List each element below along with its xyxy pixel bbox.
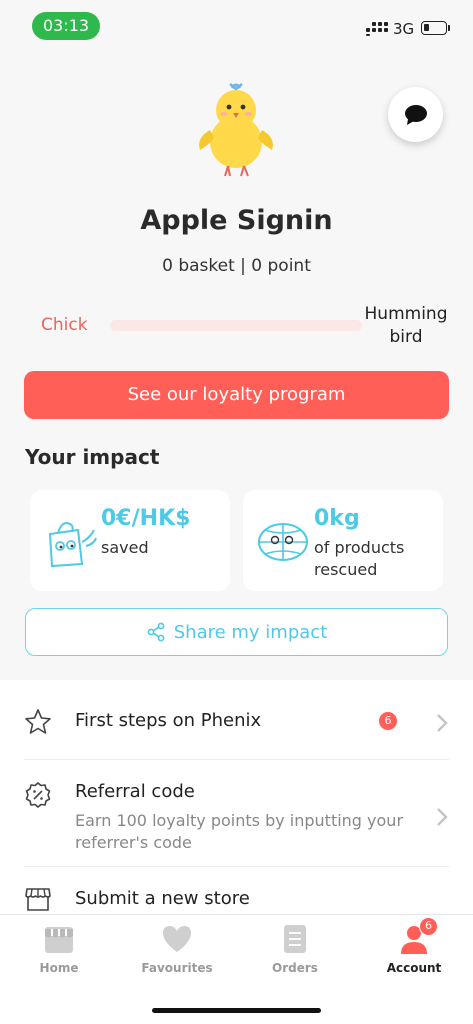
store-icon bbox=[25, 888, 51, 911]
current-level-label: Chick bbox=[41, 315, 88, 335]
globe-icon bbox=[258, 523, 308, 561]
tab-favourites-label: Favourites bbox=[141, 961, 213, 975]
money-saved-value: 0€/HK$ bbox=[101, 506, 191, 531]
money-saved-label: saved bbox=[101, 538, 149, 557]
products-rescued-label: of products rescued bbox=[314, 537, 404, 581]
tab-account-label: Account bbox=[386, 961, 442, 975]
chat-button[interactable] bbox=[388, 87, 443, 142]
receipt-icon bbox=[284, 925, 306, 953]
tab-account[interactable]: Account 6 bbox=[359, 917, 469, 975]
money-saved-card: 0€/HK$ saved bbox=[30, 490, 230, 591]
products-rescued-line2: rescued bbox=[314, 560, 378, 579]
tab-orders-label: Orders bbox=[272, 961, 318, 975]
chick-avatar-icon bbox=[199, 83, 273, 177]
chat-bubble-icon bbox=[404, 104, 427, 125]
share-icon bbox=[147, 622, 165, 642]
menu-item-referral-code[interactable]: Referral code Earn 100 loyalty points by… bbox=[24, 779, 449, 855]
status-bar: 03:13 3G bbox=[0, 0, 473, 50]
menu-item-referral-label: Referral code bbox=[75, 781, 195, 802]
menu-item-submit-store[interactable]: Submit a new store bbox=[24, 885, 449, 915]
store-front-icon bbox=[45, 927, 73, 953]
network-label: 3G bbox=[393, 20, 415, 38]
next-level-line2: bird bbox=[389, 327, 423, 347]
next-level-label: Humming bird bbox=[356, 303, 456, 349]
battery-tip bbox=[448, 25, 450, 31]
menu-item-submit-store-label: Submit a new store bbox=[75, 888, 250, 909]
loyalty-progress-bar bbox=[110, 320, 362, 331]
first-steps-badge: 6 bbox=[379, 712, 397, 730]
menu-divider bbox=[24, 759, 449, 760]
discount-badge-icon bbox=[25, 782, 51, 808]
tab-home-label: Home bbox=[39, 961, 79, 975]
tab-orders[interactable]: Orders bbox=[240, 923, 350, 975]
star-icon bbox=[25, 709, 51, 734]
signal-icon bbox=[366, 22, 388, 36]
chevron-right-icon bbox=[437, 714, 448, 732]
tab-home[interactable]: Home bbox=[4, 923, 114, 975]
shopping-bag-icon bbox=[48, 522, 97, 568]
menu-item-first-steps[interactable]: First steps on Phenix 6 bbox=[24, 708, 449, 738]
account-menu: First steps on Phenix 6 Referral code Ea… bbox=[0, 680, 473, 916]
home-indicator bbox=[152, 1008, 321, 1013]
heart-icon bbox=[163, 926, 191, 952]
account-notification-badge: 6 bbox=[419, 917, 438, 936]
tab-favourites[interactable]: Favourites bbox=[122, 923, 232, 975]
battery-icon bbox=[421, 21, 447, 35]
products-rescued-card: 0kg of products rescued bbox=[243, 490, 443, 591]
loyalty-program-button[interactable]: See our loyalty program bbox=[24, 371, 449, 419]
next-level-line1: Humming bbox=[364, 304, 448, 324]
impact-heading: Your impact bbox=[25, 445, 160, 469]
status-time: 03:13 bbox=[32, 12, 100, 40]
user-name: Apple Signin bbox=[140, 205, 333, 236]
share-impact-button[interactable]: Share my impact bbox=[25, 608, 448, 656]
share-impact-label: Share my impact bbox=[173, 621, 328, 643]
basket-points-summary: 0 basket | 0 point bbox=[162, 256, 311, 276]
menu-divider bbox=[24, 866, 449, 867]
chevron-right-icon bbox=[437, 808, 448, 826]
menu-item-first-steps-label: First steps on Phenix bbox=[75, 710, 262, 731]
products-rescued-line1: of products bbox=[314, 538, 405, 557]
products-rescued-value: 0kg bbox=[314, 506, 360, 531]
menu-item-referral-subtitle: Earn 100 loyalty points by inputting you… bbox=[75, 811, 404, 852]
